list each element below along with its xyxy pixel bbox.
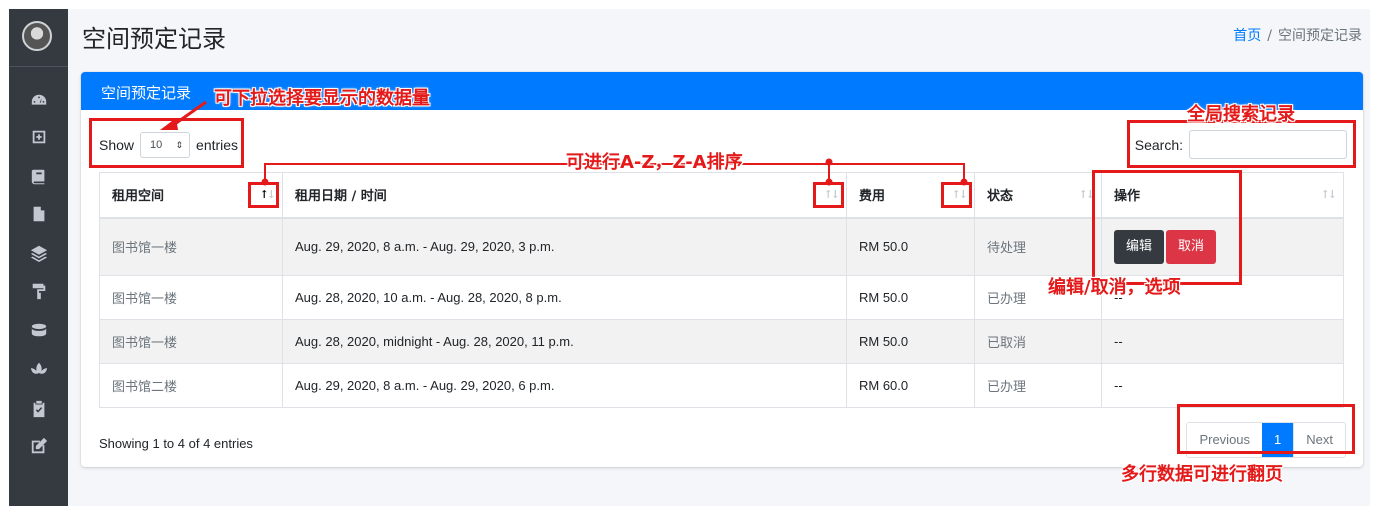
sidebar-item-layers[interactable] — [9, 236, 68, 270]
table-row: 图书馆二楼 Aug. 29, 2020, 8 a.m. - Aug. 29, 2… — [99, 363, 1344, 408]
cell-space: 图书馆二楼 — [99, 363, 283, 408]
cell-status: 待处理 — [974, 217, 1102, 276]
spa-icon — [30, 362, 47, 374]
cell-space: 图书馆一楼 — [99, 275, 283, 320]
file-icon — [33, 206, 44, 222]
breadcrumb-separator: / — [1267, 28, 1272, 44]
sidebar-item-add[interactable] — [9, 120, 68, 154]
cell-status: 已办理 — [974, 363, 1102, 408]
annotation-box-sort-1 — [248, 182, 279, 208]
annotation-paging-note: 多行数据可进行翻页 — [1121, 464, 1283, 485]
annotation-box-sort-3 — [941, 182, 972, 208]
cell-datetime: Aug. 29, 2020, 8 a.m. - Aug. 29, 2020, 3… — [282, 217, 847, 276]
dashboard-icon — [31, 94, 46, 105]
card-title: 空间预定记录 — [101, 84, 192, 102]
cell-datetime: Aug. 28, 2020, 10 a.m. - Aug. 28, 2020, … — [282, 275, 847, 320]
breadcrumb-home-link[interactable]: 首页 — [1233, 28, 1261, 44]
user-avatar[interactable] — [22, 21, 52, 51]
table-row: 图书馆一楼 Aug. 28, 2020, midnight - Aug. 28,… — [99, 319, 1344, 364]
layers-icon — [30, 245, 47, 262]
annotation-box-sort-2 — [813, 182, 844, 208]
annotation-box-dropdown — [89, 118, 244, 168]
sidebar-item-dashboard[interactable] — [9, 84, 68, 118]
annotation-box-actions — [1092, 170, 1242, 285]
sidebar-item-book[interactable] — [9, 160, 68, 194]
annotation-edit-note: 编辑/取消，选项 — [1048, 277, 1181, 298]
clipboard-check-icon — [33, 400, 44, 418]
sidebar-item-clipboard[interactable] — [9, 392, 68, 426]
sidebar-item-file[interactable] — [9, 197, 68, 231]
annotation-search-note: 全局搜索记录 — [1187, 104, 1295, 125]
paint-roller-icon — [32, 283, 45, 300]
plus-square-icon — [32, 130, 45, 144]
edit-icon — [31, 437, 47, 454]
cell-fee: RM 60.0 — [846, 363, 975, 408]
cell-fee: RM 50.0 — [846, 217, 975, 276]
cell-datetime: Aug. 29, 2020, 8 a.m. - Aug. 29, 2020, 6… — [282, 363, 847, 408]
cell-datetime: Aug. 28, 2020, midnight - Aug. 28, 2020,… — [282, 319, 847, 364]
cell-actions: -- — [1101, 319, 1344, 364]
cell-status: 已取消 — [974, 319, 1102, 364]
breadcrumb: 首页 / 空间预定记录 — [1233, 25, 1362, 45]
cell-actions: -- — [1101, 363, 1344, 408]
column-header-datetime[interactable]: 租用日期 / 时间 ↑↓ — [282, 172, 847, 219]
sidebar — [9, 9, 68, 506]
annotation-dropdown-note: 可下拉选择要显示的数据量 — [214, 88, 430, 109]
sidebar-item-spa[interactable] — [9, 352, 68, 386]
annotation-box-pagination — [1177, 404, 1355, 454]
sidebar-item-database[interactable] — [9, 313, 68, 347]
table-info: Showing 1 to 4 of 4 entries — [99, 436, 253, 451]
breadcrumb-current: 空间预定记录 — [1278, 28, 1362, 44]
sort-icon[interactable]: ↑↓ — [1079, 188, 1096, 201]
annotation-box-search — [1127, 120, 1356, 168]
sidebar-divider — [9, 66, 68, 67]
cell-fee: RM 50.0 — [846, 275, 975, 320]
database-icon — [31, 323, 46, 337]
cell-space: 图书馆一楼 — [99, 217, 283, 276]
sidebar-item-edit[interactable] — [9, 429, 68, 463]
column-header-status[interactable]: 状态 ↑↓ — [974, 172, 1102, 219]
cell-fee: RM 50.0 — [846, 319, 975, 364]
book-icon — [31, 169, 44, 185]
annotation-sort-note: 可进行A-Z，Z-A排序 — [566, 152, 743, 173]
page-title: 空间预定记录 — [82, 25, 226, 53]
cell-space: 图书馆一楼 — [99, 319, 283, 364]
sidebar-item-paint[interactable] — [9, 274, 68, 308]
sort-icon[interactable]: ↑↓ — [1321, 188, 1338, 201]
